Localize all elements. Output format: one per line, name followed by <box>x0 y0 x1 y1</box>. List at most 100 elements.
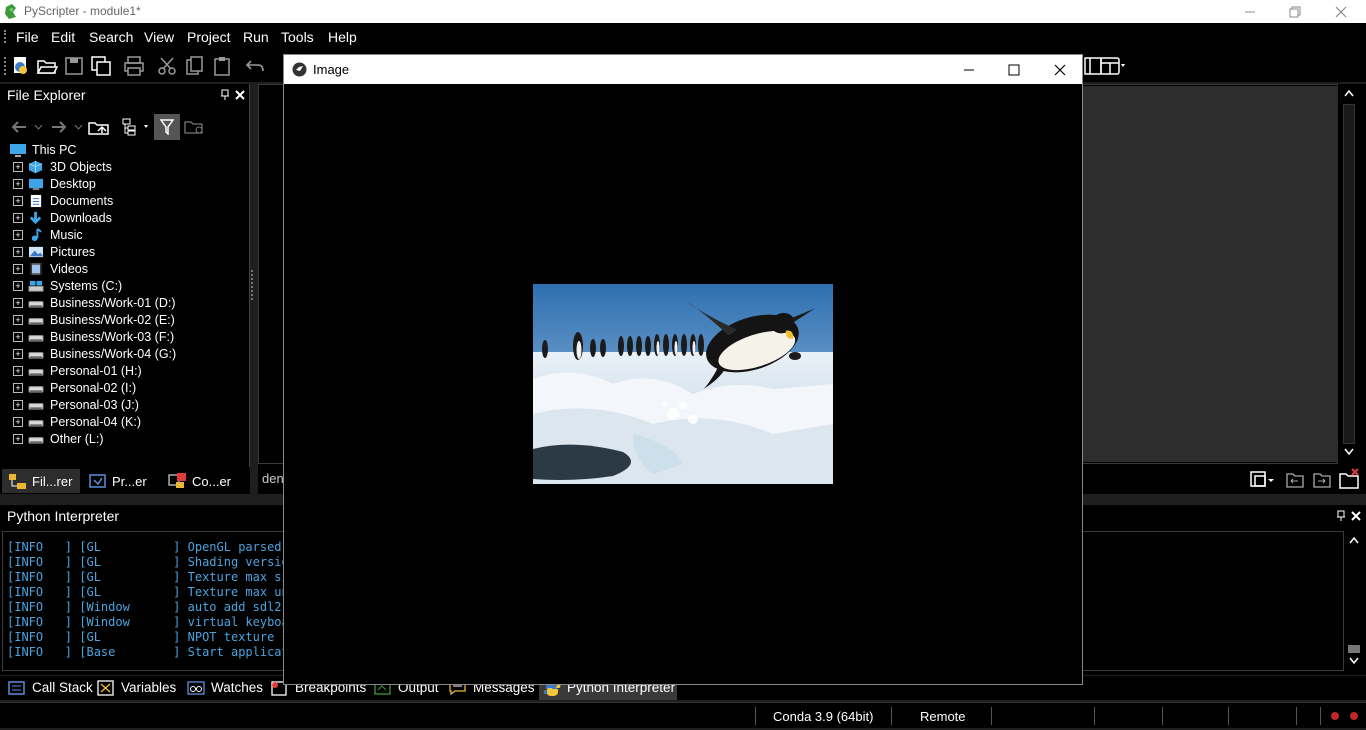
tree-item[interactable]: + Personal-01 (H:) <box>0 363 248 380</box>
previous-tab-icon[interactable] <box>1285 470 1305 490</box>
panel-close-icon[interactable] <box>1351 511 1361 521</box>
tree-item[interactable]: + Business/Work-03 (F:) <box>0 329 248 346</box>
image-close-button[interactable] <box>1037 55 1083 84</box>
scroll-thumb[interactable] <box>1348 645 1360 653</box>
expand-icon[interactable]: + <box>13 434 23 444</box>
pin-icon[interactable] <box>1336 510 1346 522</box>
tree-item[interactable]: + Desktop <box>0 176 248 193</box>
console-vertical-scrollbar[interactable] <box>1345 531 1364 671</box>
editor-tab-label[interactable]: den <box>262 471 284 486</box>
tree-item[interactable]: + Systems (C:) <box>0 278 248 295</box>
tree-item[interactable]: + Documents <box>0 193 248 210</box>
menu-project[interactable]: Project <box>187 29 231 45</box>
tab-list-icon[interactable] <box>1250 470 1280 490</box>
tab-code-explorer[interactable]: Co...er <box>166 469 246 493</box>
tree-item[interactable]: + Other (L:) <box>0 431 248 448</box>
expand-icon[interactable]: + <box>13 264 23 274</box>
expand-icon[interactable]: + <box>13 298 23 308</box>
expand-icon[interactable]: + <box>13 247 23 257</box>
image-window-title-bar[interactable]: Image <box>284 55 1082 84</box>
tree-item[interactable]: + Business/Work-02 (E:) <box>0 312 248 329</box>
tree-item[interactable]: + Pictures <box>0 244 248 261</box>
tree-item[interactable]: +3D Objects <box>0 159 248 176</box>
remote-status[interactable]: Remote <box>920 709 966 724</box>
expand-icon[interactable]: + <box>13 230 23 240</box>
cut-icon[interactable] <box>156 55 178 77</box>
menu-file[interactable]: File <box>16 29 39 45</box>
pin-icon[interactable] <box>220 89 230 101</box>
pictures-icon <box>29 246 43 258</box>
tree-item[interactable]: + Downloads <box>0 210 248 227</box>
tab-project-label: Pr...er <box>112 474 147 489</box>
tab-file-explorer[interactable]: Fil...rer <box>2 469 80 493</box>
chevron-down-icon[interactable] <box>34 124 43 130</box>
parent-folder-icon[interactable] <box>88 118 110 136</box>
console-line: [INFO ] [Window ] auto add sdl2 i <box>7 600 296 614</box>
expand-icon[interactable]: + <box>13 417 23 427</box>
save-icon[interactable] <box>63 55 85 77</box>
restore-button[interactable] <box>1272 0 1318 23</box>
chevron-down-icon[interactable] <box>74 124 83 130</box>
tree-item[interactable]: + Personal-03 (J:) <box>0 397 248 414</box>
print-icon[interactable] <box>123 55 145 77</box>
expand-icon[interactable]: + <box>13 315 23 325</box>
expand-icon[interactable]: + <box>13 400 23 410</box>
expand-icon[interactable]: + <box>13 332 23 342</box>
scroll-down-icon[interactable] <box>1344 448 1354 455</box>
tree-item[interactable]: + Music <box>0 227 248 244</box>
expand-icon[interactable]: + <box>13 383 23 393</box>
panel-close-icon[interactable] <box>235 90 245 100</box>
editor-vertical-scrollbar[interactable] <box>1340 84 1358 462</box>
filter-button[interactable] <box>154 114 180 140</box>
file-explorer-tabs: Fil...rer Pr...er Co...er <box>0 467 250 494</box>
image-maximize-button[interactable] <box>991 55 1037 84</box>
tab-call-stack[interactable]: Call Stack <box>8 679 93 699</box>
menu-view[interactable]: View <box>144 29 174 45</box>
menu-edit[interactable]: Edit <box>51 29 75 45</box>
tree-root-this-pc[interactable]: This PC <box>0 142 248 159</box>
tree-item[interactable]: + Personal-02 (I:) <box>0 380 248 397</box>
undo-icon[interactable] <box>244 55 266 77</box>
scroll-up-icon[interactable] <box>1344 90 1354 97</box>
expand-icon[interactable]: + <box>13 213 23 223</box>
close-button[interactable] <box>1318 0 1364 23</box>
tab-project-explorer[interactable]: Pr...er <box>86 469 158 493</box>
tree-view-icon[interactable] <box>122 118 152 136</box>
new-file-icon[interactable] <box>10 55 32 77</box>
scroll-down-icon[interactable] <box>1349 657 1359 664</box>
copy-icon[interactable] <box>184 55 206 77</box>
folder-settings-icon[interactable] <box>184 119 206 135</box>
layout-dropdown-icon[interactable] <box>1100 55 1130 77</box>
next-tab-icon[interactable] <box>1312 470 1332 490</box>
expand-icon[interactable]: + <box>13 179 23 189</box>
save-all-icon[interactable] <box>90 55 112 77</box>
expand-icon[interactable]: + <box>13 366 23 376</box>
menu-grip[interactable] <box>4 30 6 43</box>
open-folder-icon[interactable] <box>36 55 58 77</box>
forward-arrow-icon[interactable] <box>50 120 68 134</box>
expand-icon[interactable]: + <box>13 349 23 359</box>
tree-item[interactable]: + Business/Work-04 (G:) <box>0 346 248 363</box>
image-minimize-button[interactable] <box>946 55 992 84</box>
tree-item[interactable]: + Personal-04 (K:) <box>0 414 248 431</box>
expand-icon[interactable]: + <box>13 162 23 172</box>
close-tab-icon[interactable] <box>1338 468 1360 490</box>
python-engine-status[interactable]: Conda 3.9 (64bit) <box>773 709 873 724</box>
scroll-thumb[interactable] <box>1343 104 1355 444</box>
paste-icon[interactable] <box>211 55 233 77</box>
menu-search[interactable]: Search <box>89 29 133 45</box>
menu-tools[interactable]: Tools <box>281 29 314 45</box>
tab-variables[interactable]: Variables <box>97 679 179 699</box>
back-arrow-icon[interactable] <box>10 120 28 134</box>
scroll-up-icon[interactable] <box>1349 537 1359 544</box>
menu-help[interactable]: Help <box>328 29 357 45</box>
tab-watches[interactable]: Watches <box>187 679 263 699</box>
minimize-button[interactable] <box>1227 0 1273 23</box>
toolbar-grip[interactable] <box>4 57 6 75</box>
expand-icon[interactable]: + <box>13 281 23 291</box>
splitter-grip[interactable] <box>251 270 254 300</box>
tree-item[interactable]: + Business/Work-01 (D:) <box>0 295 248 312</box>
tree-item[interactable]: + Videos <box>0 261 248 278</box>
expand-icon[interactable]: + <box>13 196 23 206</box>
menu-run[interactable]: Run <box>243 29 269 45</box>
